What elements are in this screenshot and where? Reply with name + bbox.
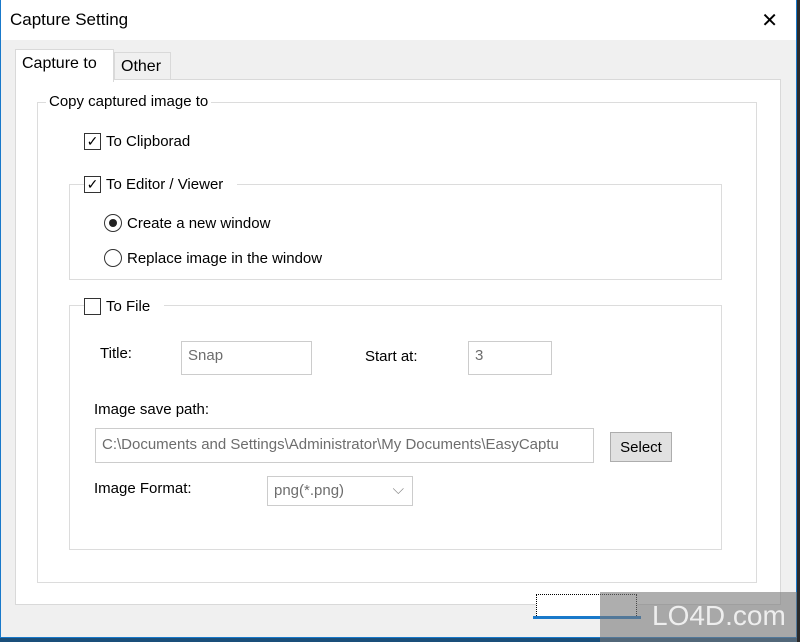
close-icon[interactable]: ✕ bbox=[761, 8, 778, 33]
clipboard-checkbox[interactable]: ✓ To Clipborad bbox=[84, 133, 190, 150]
editor-checkbox[interactable]: ✓ To Editor / Viewer bbox=[84, 176, 238, 193]
dialog-window: Capture Setting ✕ Capture to Other Copy … bbox=[0, 0, 797, 638]
start-at-input[interactable]: 3 bbox=[468, 341, 552, 375]
checkmark-icon: ✓ bbox=[84, 176, 101, 193]
format-label: Image Format: bbox=[94, 480, 192, 497]
group-legend: Copy captured image to bbox=[46, 93, 212, 110]
window-title: Capture Setting bbox=[10, 10, 129, 29]
chevron-down-icon: ⌵ bbox=[392, 481, 404, 498]
radio-new-window[interactable]: Create a new window bbox=[104, 214, 270, 232]
start-at-label: Start at: bbox=[365, 348, 418, 365]
title-label: Title: bbox=[100, 345, 132, 362]
format-value: png(*.png) bbox=[274, 482, 345, 499]
file-checkbox[interactable]: To File bbox=[84, 298, 165, 315]
file-label: To File bbox=[106, 298, 151, 315]
format-select[interactable]: png(*.png) ⌵ bbox=[267, 476, 413, 506]
radio-label: Create a new window bbox=[127, 214, 271, 232]
select-button[interactable]: Select bbox=[610, 432, 672, 462]
checkmark-icon: ✓ bbox=[84, 133, 101, 150]
title-bar: Capture Setting ✕ bbox=[1, 0, 796, 40]
radio-icon bbox=[104, 249, 122, 267]
radio-selected-icon bbox=[104, 214, 122, 232]
radio-replace-image[interactable]: Replace image in the window bbox=[104, 249, 322, 267]
clipboard-label: To Clipborad bbox=[106, 133, 191, 150]
watermark-logo: LO4D.com bbox=[600, 592, 797, 642]
editor-label: To Editor / Viewer bbox=[106, 176, 224, 193]
tab-panel: Copy captured image to ✓ To Clipborad ✓ To… bbox=[15, 79, 781, 605]
tab-capture-to[interactable]: Capture to bbox=[15, 49, 114, 82]
path-label: Image save path: bbox=[94, 401, 210, 418]
tab-other[interactable]: Other bbox=[114, 52, 171, 80]
title-input[interactable]: Snap bbox=[181, 341, 312, 375]
radio-label: Replace image in the window bbox=[127, 249, 323, 267]
checkbox-icon bbox=[84, 298, 101, 315]
path-input[interactable]: C:\Documents and Settings\Administrator\… bbox=[95, 428, 594, 463]
